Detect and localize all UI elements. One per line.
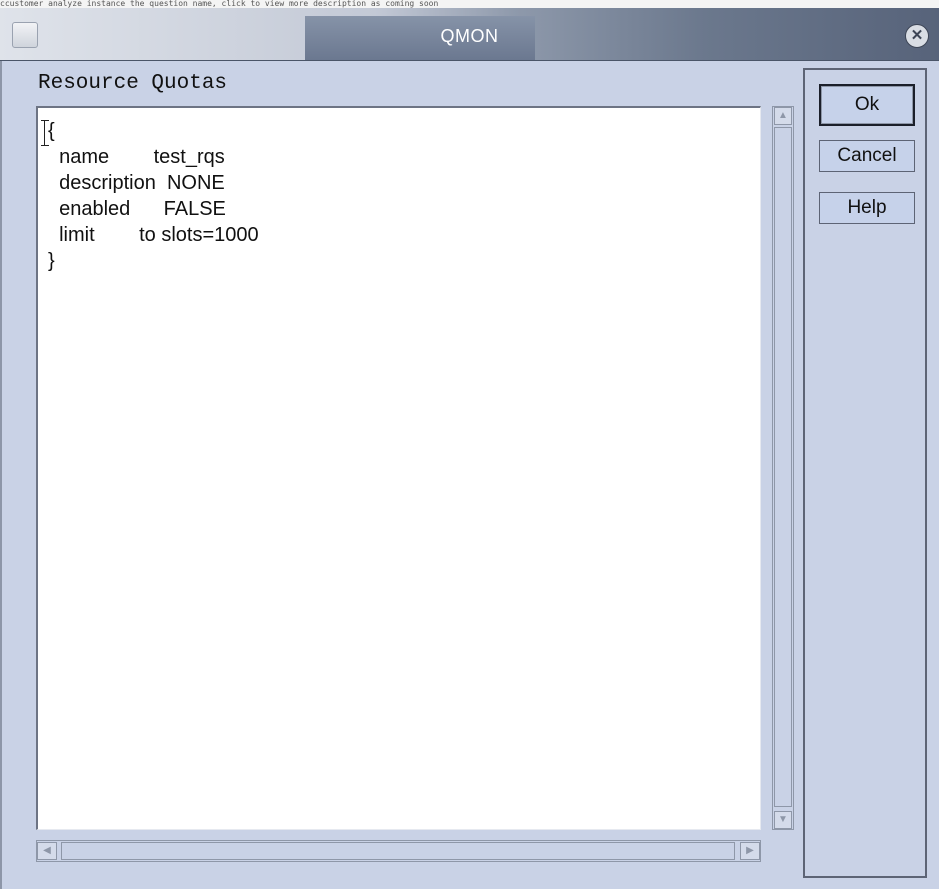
window-titlebar[interactable]: QMON ✕ (0, 8, 939, 61)
horizontal-scroll-thumb[interactable] (61, 842, 735, 860)
scroll-up-icon[interactable]: ▲ (774, 107, 792, 125)
cancel-button[interactable]: Cancel (819, 140, 915, 172)
window-title: QMON (440, 26, 499, 46)
scroll-left-icon[interactable]: ◀ (37, 842, 57, 860)
vertical-scroll-thumb[interactable] (774, 127, 792, 807)
cropped-top-text: ccustomer analyze instance the question … (0, 0, 939, 8)
action-button-panel: Ok Cancel Help (803, 68, 927, 878)
vertical-scrollbar[interactable]: ▲ ▼ (772, 106, 794, 830)
scroll-down-icon[interactable]: ▼ (774, 811, 792, 829)
ok-button[interactable]: Ok (819, 84, 915, 126)
rule-text-content[interactable]: { name test_rqs description NONE enabled… (48, 118, 259, 274)
rule-text-editor[interactable]: { name test_rqs description NONE enabled… (36, 106, 761, 830)
section-label: Resource Quotas (38, 72, 228, 95)
help-button[interactable]: Help (819, 192, 915, 224)
close-icon[interactable]: ✕ (905, 24, 929, 48)
horizontal-scrollbar[interactable]: ◀ ▶ (36, 840, 761, 862)
scroll-right-icon[interactable]: ▶ (740, 842, 760, 860)
